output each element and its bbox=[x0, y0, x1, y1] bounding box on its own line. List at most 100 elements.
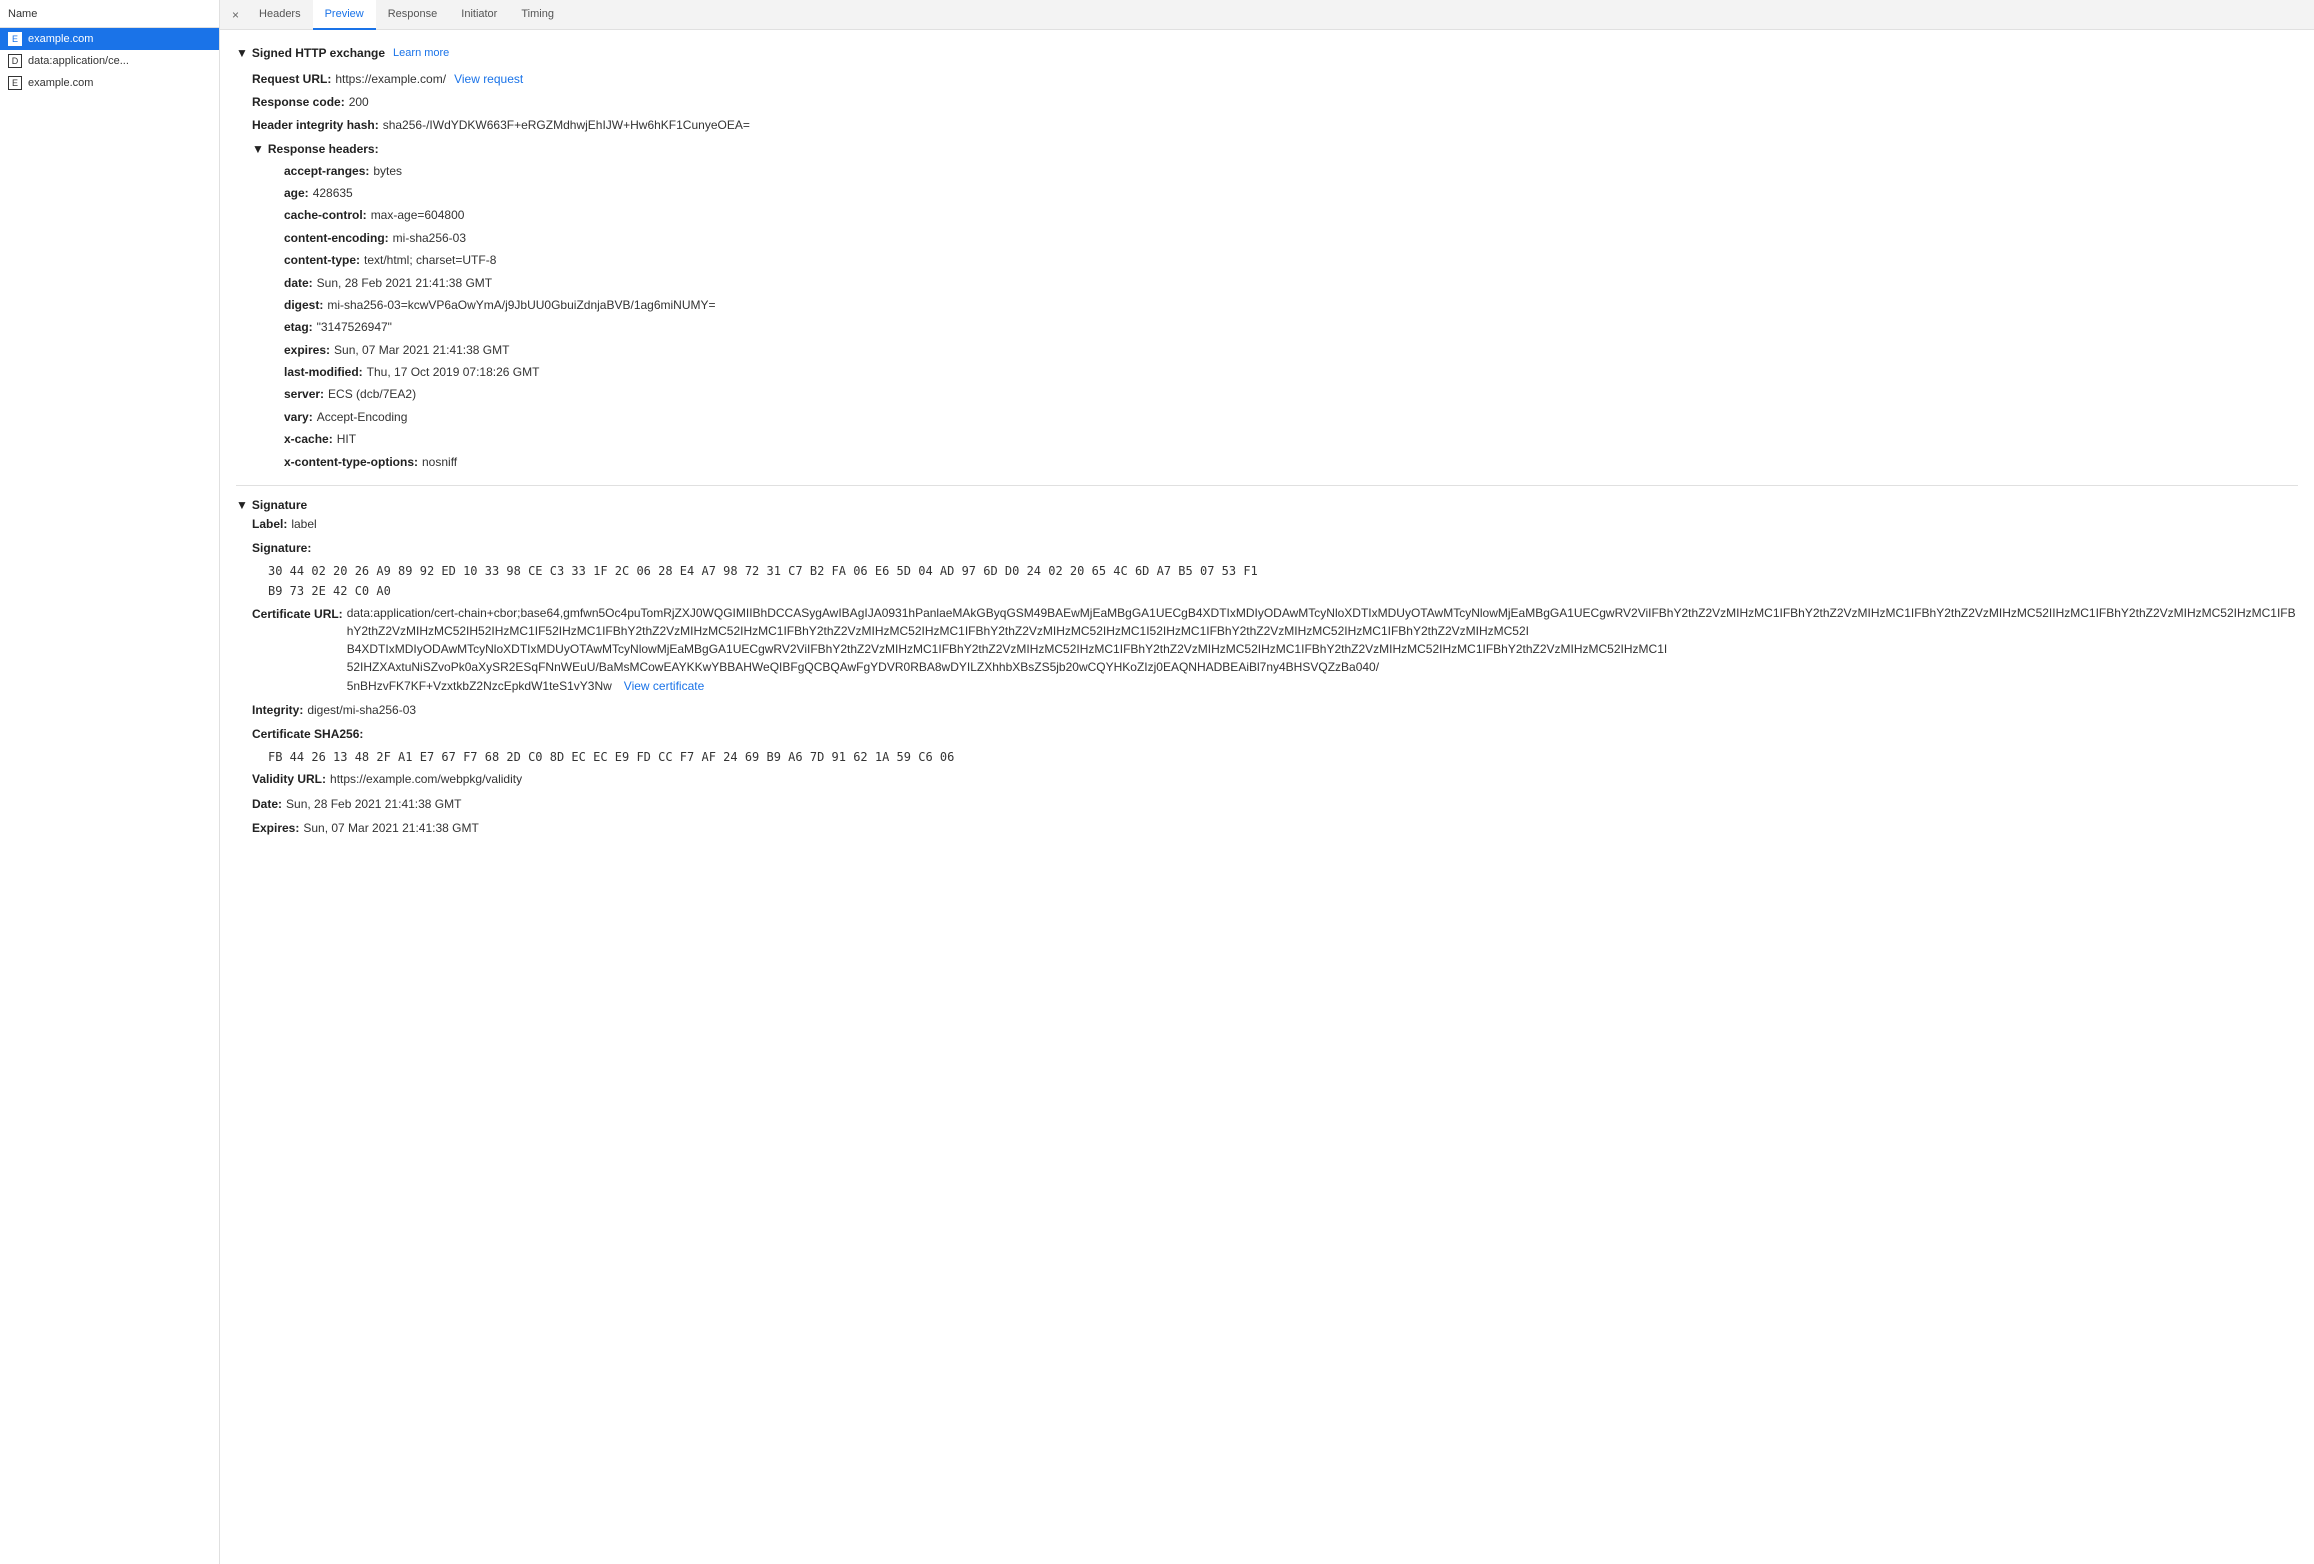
sig-label-key: Label: bbox=[252, 514, 287, 534]
rh-vary-value: Accept-Encoding bbox=[317, 407, 408, 427]
response-code-key: Response code: bbox=[252, 93, 345, 112]
validity-url-key: Validity URL: bbox=[252, 769, 326, 789]
rh-vary-key: vary: bbox=[284, 407, 313, 427]
rh-server-value: ECS (dcb/7EA2) bbox=[328, 384, 416, 404]
view-certificate-link[interactable]: View certificate bbox=[624, 676, 704, 696]
cert-url-row: Certificate URL: data:application/cert-c… bbox=[252, 602, 2298, 698]
sig-signature-row: Signature: bbox=[252, 536, 2298, 560]
sidebar-name-label: Name bbox=[8, 8, 37, 20]
rh-content-type-value: text/html; charset=UTF-8 bbox=[364, 250, 496, 270]
view-request-link[interactable]: View request bbox=[454, 70, 523, 89]
cert-url-last-row: 5nBHzvFK7KF+VzxtkbZ2NzcEpkdW1teS1vY3Nw V… bbox=[347, 676, 2298, 696]
tab-preview-label: Preview bbox=[325, 8, 364, 20]
rh-digest-value: mi-sha256-03=kcwVP6aOwYmA/j9JbUU0GbuiZdn… bbox=[327, 295, 715, 315]
learn-more-link[interactable]: Learn more bbox=[393, 47, 449, 59]
header-integrity-hash-key: Header integrity hash: bbox=[252, 116, 379, 135]
rh-x-cache: x-cache: HIT bbox=[284, 428, 2298, 450]
cert-sha256-key: Certificate SHA256: bbox=[252, 724, 363, 744]
sig-label-row: Label: label bbox=[252, 512, 2298, 536]
response-code-row: Response code: 200 bbox=[252, 91, 2298, 114]
header-integrity-hash-value: sha256-/IWdYDKW663F+eRGZMdhwjEhIJW+Hw6hK… bbox=[383, 116, 750, 135]
rh-x-cache-value: HIT bbox=[337, 429, 356, 449]
file-icon-1: E bbox=[8, 32, 22, 46]
signed-http-exchange-title: Signed HTTP exchange bbox=[252, 46, 385, 60]
sig-signature-key: Signature: bbox=[252, 538, 311, 558]
sig-date-row: Date: Sun, 28 Feb 2021 21:41:38 GMT bbox=[252, 792, 2298, 816]
rh-content-encoding-key: content-encoding: bbox=[284, 228, 389, 248]
rh-last-modified-value: Thu, 17 Oct 2019 07:18:26 GMT bbox=[367, 362, 540, 382]
sidebar-item-label-2: data:application/ce... bbox=[28, 55, 129, 67]
sidebar-item-label-1: example.com bbox=[28, 33, 93, 45]
rh-date-value: Sun, 28 Feb 2021 21:41:38 GMT bbox=[317, 273, 492, 293]
sidebar-item-label-3: example.com bbox=[28, 77, 93, 89]
rh-accept-ranges-value: bytes bbox=[373, 161, 402, 181]
rh-x-content-type-options: x-content-type-options: nosniff bbox=[284, 451, 2298, 473]
sidebar-item-example-com-2[interactable]: E example.com bbox=[0, 72, 219, 94]
rh-server-key: server: bbox=[284, 384, 324, 404]
tab-headers-label: Headers bbox=[259, 8, 301, 20]
rh-age: age: 428635 bbox=[284, 182, 2298, 204]
request-url-value: https://example.com/ bbox=[335, 70, 446, 89]
rh-date-key: date: bbox=[284, 273, 313, 293]
file-icon-3: E bbox=[8, 76, 22, 90]
validity-url-row: Validity URL: https://example.com/webpkg… bbox=[252, 767, 2298, 791]
rh-expires-value: Sun, 07 Mar 2021 21:41:38 GMT bbox=[334, 340, 509, 360]
rh-server: server: ECS (dcb/7EA2) bbox=[284, 383, 2298, 405]
tab-timing[interactable]: Timing bbox=[509, 0, 566, 30]
sig-bytes-line1: 30 44 02 20 26 A9 89 92 ED 10 33 98 CE C… bbox=[268, 561, 2298, 581]
cert-url-line3: 52IHZXAxtuNiSZvoPk0aXySR2ESqFNnWEuU/BaMs… bbox=[347, 658, 2298, 676]
cert-url-line4: 5nBHzvFK7KF+VzxtkbZ2NzcEpkdW1teS1vY3Nw bbox=[347, 677, 612, 695]
signature-title-label: Signature bbox=[252, 498, 307, 512]
sig-label-value: label bbox=[291, 514, 316, 534]
sig-date-value: Sun, 28 Feb 2021 21:41:38 GMT bbox=[286, 794, 461, 814]
rh-cache-control-value: max-age=604800 bbox=[371, 205, 465, 225]
response-code-value: 200 bbox=[349, 93, 369, 112]
sidebar-item-data-app[interactable]: D data:application/ce... bbox=[0, 50, 219, 72]
response-headers-section: ▼ Response headers: accept-ranges: bytes… bbox=[252, 138, 2298, 473]
tabs-bar: × Headers Preview Response Initiator Tim… bbox=[220, 0, 2314, 30]
sig-expires-key: Expires: bbox=[252, 818, 299, 838]
header-integrity-hash-row: Header integrity hash: sha256-/IWdYDKW66… bbox=[252, 114, 2298, 137]
integrity-value: digest/mi-sha256-03 bbox=[307, 700, 416, 720]
rh-accept-ranges-key: accept-ranges: bbox=[284, 161, 369, 181]
cert-url-line1: data:application/cert-chain+cbor;base64,… bbox=[347, 604, 2298, 640]
triangle-icon: ▼ bbox=[236, 46, 248, 60]
response-headers-triangle: ▼ bbox=[252, 142, 264, 156]
integrity-row: Integrity: digest/mi-sha256-03 bbox=[252, 698, 2298, 722]
content-area: ▼ Signed HTTP exchange Learn more Reques… bbox=[220, 30, 2314, 1564]
signature-section: ▼ Signature Label: label Signature: 30 4… bbox=[236, 485, 2298, 840]
rh-expires: expires: Sun, 07 Mar 2021 21:41:38 GMT bbox=[284, 339, 2298, 361]
rh-cache-control: cache-control: max-age=604800 bbox=[284, 204, 2298, 226]
tab-headers[interactable]: Headers bbox=[247, 0, 313, 30]
tab-response-label: Response bbox=[388, 8, 438, 20]
request-url-key: Request URL: bbox=[252, 70, 331, 89]
sidebar-item-example-com[interactable]: E example.com bbox=[0, 28, 219, 50]
tab-close-button[interactable]: × bbox=[224, 6, 247, 24]
cert-sha256-value: FB 44 26 13 48 2F A1 E7 67 F7 68 2D C0 8… bbox=[268, 747, 2298, 767]
tab-initiator[interactable]: Initiator bbox=[449, 0, 509, 30]
signature-section-title: ▼ Signature bbox=[236, 498, 2298, 512]
tab-timing-label: Timing bbox=[521, 8, 554, 20]
integrity-key: Integrity: bbox=[252, 700, 303, 720]
tab-initiator-label: Initiator bbox=[461, 8, 497, 20]
request-url-row: Request URL: https://example.com/ View r… bbox=[252, 68, 2298, 91]
rh-content-type-key: content-type: bbox=[284, 250, 360, 270]
rh-age-value: 428635 bbox=[313, 183, 353, 203]
rh-x-content-type-options-value: nosniff bbox=[422, 452, 457, 472]
tab-response[interactable]: Response bbox=[376, 0, 450, 30]
cert-url-key: Certificate URL: bbox=[252, 604, 343, 624]
rh-content-encoding-value: mi-sha256-03 bbox=[393, 228, 466, 248]
response-headers-title: ▼ Response headers: bbox=[252, 138, 2298, 160]
cert-sha256-row: Certificate SHA256: bbox=[252, 722, 2298, 746]
rh-cache-control-key: cache-control: bbox=[284, 205, 367, 225]
rh-age-key: age: bbox=[284, 183, 309, 203]
validity-url-value: https://example.com/webpkg/validity bbox=[330, 769, 522, 789]
rh-x-content-type-options-key: x-content-type-options: bbox=[284, 452, 418, 472]
section-title-signed: ▼ Signed HTTP exchange bbox=[236, 46, 385, 60]
signed-http-exchange-header: ▼ Signed HTTP exchange Learn more bbox=[236, 46, 2298, 60]
cert-url-line2: B4XDTIxMDIyODAwMTcyNloXDTIxMDUyOTAwMTcyN… bbox=[347, 640, 2298, 658]
sig-expires-row: Expires: Sun, 07 Mar 2021 21:41:38 GMT bbox=[252, 816, 2298, 840]
tab-preview[interactable]: Preview bbox=[313, 0, 376, 30]
sidebar-header: Name bbox=[0, 0, 219, 28]
rh-accept-ranges: accept-ranges: bytes bbox=[284, 160, 2298, 182]
